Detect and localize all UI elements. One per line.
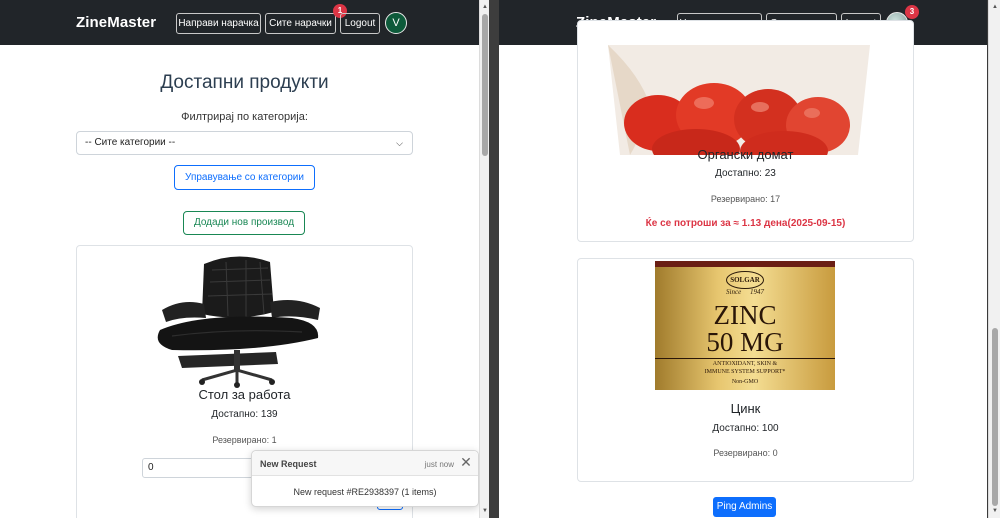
scroll-thumb[interactable] [992, 328, 998, 506]
tomato-bag-image [600, 45, 878, 155]
product-name: Органски домат [697, 147, 794, 162]
product-reserved: Резервирано: 0 [713, 448, 778, 458]
notification-toast: New Request just now ✕ New request #RE29… [251, 450, 479, 507]
scroll-up-icon[interactable]: ▲ [480, 2, 489, 12]
scroll-down-icon[interactable]: ▼ [990, 506, 1000, 516]
scroll-thumb[interactable] [482, 14, 488, 156]
product-reserved: Резервирано: 17 [710, 194, 781, 204]
product-available: Достапно: 23 [715, 168, 776, 179]
product-name: Цинк [730, 401, 761, 416]
close-icon[interactable]: ✕ [459, 455, 473, 469]
filter-label: Филтрирај по категорија: [181, 111, 308, 123]
left-browser-pane: ZineMaster Направи нарачка Сите нарачки … [0, 0, 489, 518]
logout-button[interactable]: Logout [340, 13, 380, 34]
pane-divider[interactable] [489, 0, 499, 518]
scroll-up-icon[interactable]: ▲ [990, 2, 1000, 12]
right-scrollbar[interactable]: ▲ ▼ [988, 0, 1000, 518]
new-order-button[interactable]: Направи нарачка [176, 13, 261, 34]
toast-message: New request #RE2938397 (1 items) [293, 487, 437, 497]
user-avatar[interactable]: V [385, 12, 407, 34]
product-name: Стол за работа [198, 387, 291, 402]
product-available: Достапно: 100 [712, 423, 779, 434]
category-select-value: -- Сите категории -- [85, 137, 176, 148]
toast-title: New Request [260, 459, 317, 469]
toast-time: just now [424, 460, 454, 469]
manage-categories-button[interactable]: Управување со категории [174, 165, 315, 190]
depletion-warning: Ќе се потроши за ≈ 1.13 дена(2025-09-15) [645, 218, 846, 229]
chevron-down-icon: ⌵ [396, 138, 403, 148]
notification-badge: 3 [905, 5, 919, 19]
toast-header: New Request just now ✕ [252, 451, 478, 476]
product-reserved: Резервирано: 1 [212, 435, 277, 445]
scroll-down-icon[interactable]: ▼ [480, 506, 489, 516]
office-chair-image [157, 256, 320, 388]
add-product-button[interactable]: Додади нов производ [183, 211, 305, 235]
scrollbar[interactable]: ▲ ▼ [479, 0, 489, 518]
brand-logo[interactable]: ZineMaster [76, 14, 156, 31]
zinc-bottle-image: SOLGAR Since 1947 ZINC 50 MG ANTIOXIDANT… [655, 261, 835, 390]
category-select[interactable]: -- Сите категории -- ⌵ [76, 131, 413, 155]
product-available: Достапно: 139 [211, 409, 278, 420]
product-card: SOLGAR Since 1947 ZINC 50 MG ANTIOXIDANT… [577, 258, 914, 482]
ping-admins-button[interactable]: Ping Admins [713, 497, 776, 517]
product-card: Органски домат Достапно: 23 Резервирано:… [577, 20, 914, 242]
page-title: Достапни продукти [160, 72, 329, 93]
all-orders-button[interactable]: Сите нарачки [265, 13, 336, 34]
right-browser-pane: ZineMaster Направи нарачка Сите нарачки … [499, 0, 987, 518]
navbar: ZineMaster Направи нарачка Сите нарачки … [0, 0, 489, 45]
logout-label: Logout [344, 18, 376, 29]
